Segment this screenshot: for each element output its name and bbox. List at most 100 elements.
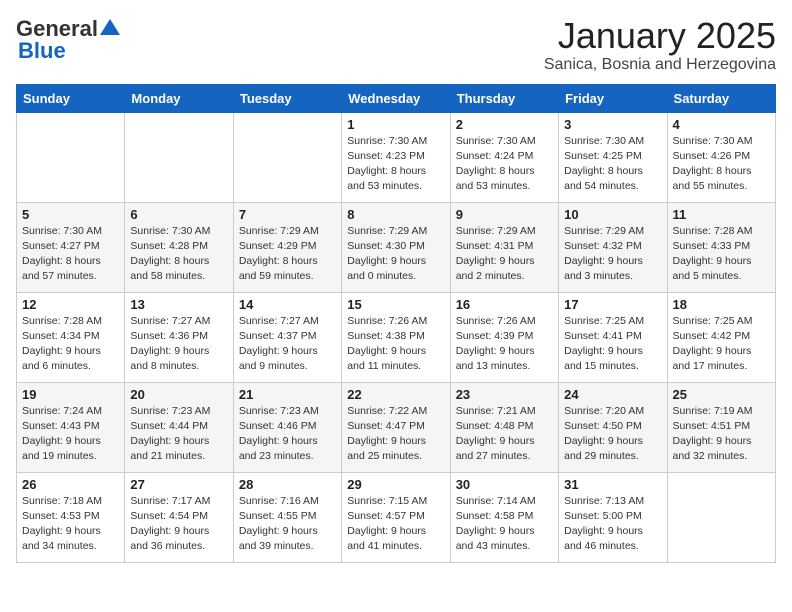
calendar-cell: 21Sunrise: 7:23 AM Sunset: 4:46 PM Dayli… bbox=[233, 382, 341, 472]
day-info: Sunrise: 7:15 AM Sunset: 4:57 PM Dayligh… bbox=[347, 494, 444, 555]
day-info: Sunrise: 7:30 AM Sunset: 4:26 PM Dayligh… bbox=[673, 134, 770, 195]
day-info: Sunrise: 7:27 AM Sunset: 4:37 PM Dayligh… bbox=[239, 314, 336, 375]
logo-icon bbox=[100, 19, 120, 35]
day-number: 14 bbox=[239, 297, 336, 312]
weekday-header-saturday: Saturday bbox=[667, 84, 775, 112]
day-number: 11 bbox=[673, 207, 770, 222]
day-info: Sunrise: 7:16 AM Sunset: 4:55 PM Dayligh… bbox=[239, 494, 336, 555]
day-number: 27 bbox=[130, 477, 227, 492]
day-info: Sunrise: 7:29 AM Sunset: 4:29 PM Dayligh… bbox=[239, 224, 336, 285]
day-number: 15 bbox=[347, 297, 444, 312]
day-info: Sunrise: 7:30 AM Sunset: 4:25 PM Dayligh… bbox=[564, 134, 661, 195]
day-number: 8 bbox=[347, 207, 444, 222]
calendar-cell: 4 Sunrise: 7:30 AM Sunset: 4:26 PM Daylig… bbox=[667, 112, 775, 202]
calendar-cell: 27 Sunrise: 7:17 AM Sunset: 4:54 PM Dayli… bbox=[125, 472, 233, 562]
calendar-cell bbox=[17, 112, 125, 202]
calendar-cell: 19 Sunrise: 7:24 AM Sunset: 4:43 PM Dayli… bbox=[17, 382, 125, 472]
calendar-cell: 6Sunrise: 7:30 AM Sunset: 4:28 PM Daylig… bbox=[125, 202, 233, 292]
day-number: 18 bbox=[673, 297, 770, 312]
calendar-cell bbox=[667, 472, 775, 562]
day-info: Sunrise: 7:29 AM Sunset: 4:32 PM Dayligh… bbox=[564, 224, 661, 285]
day-info: Sunrise: 7:14 AM Sunset: 4:58 PM Dayligh… bbox=[456, 494, 553, 555]
calendar-cell: 14 Sunrise: 7:27 AM Sunset: 4:37 PM Dayli… bbox=[233, 292, 341, 382]
calendar-cell: 12 Sunrise: 7:28 AM Sunset: 4:34 PM Dayli… bbox=[17, 292, 125, 382]
calendar-week-row: 1Sunrise: 7:30 AM Sunset: 4:23 PM Daylig… bbox=[17, 112, 776, 202]
calendar-week-row: 5 Sunrise: 7:30 AM Sunset: 4:27 PM Daylig… bbox=[17, 202, 776, 292]
day-number: 23 bbox=[456, 387, 553, 402]
day-info: Sunrise: 7:30 AM Sunset: 4:24 PM Dayligh… bbox=[456, 134, 553, 195]
calendar-week-row: 12 Sunrise: 7:28 AM Sunset: 4:34 PM Dayli… bbox=[17, 292, 776, 382]
calendar-cell: 15 Sunrise: 7:26 AM Sunset: 4:38 PM Dayli… bbox=[342, 292, 450, 382]
day-info: Sunrise: 7:24 AM Sunset: 4:43 PM Dayligh… bbox=[22, 404, 119, 465]
day-number: 9 bbox=[456, 207, 553, 222]
day-number: 29 bbox=[347, 477, 444, 492]
calendar-cell: 18Sunrise: 7:25 AM Sunset: 4:42 PM Dayli… bbox=[667, 292, 775, 382]
day-number: 22 bbox=[347, 387, 444, 402]
day-number: 2 bbox=[456, 117, 553, 132]
day-info: Sunrise: 7:19 AM Sunset: 4:51 PM Dayligh… bbox=[673, 404, 770, 465]
weekday-header-wednesday: Wednesday bbox=[342, 84, 450, 112]
day-info: Sunrise: 7:30 AM Sunset: 4:23 PM Dayligh… bbox=[347, 134, 444, 195]
calendar-cell: 8Sunrise: 7:29 AM Sunset: 4:30 PM Daylig… bbox=[342, 202, 450, 292]
calendar-cell: 17Sunrise: 7:25 AM Sunset: 4:41 PM Dayli… bbox=[559, 292, 667, 382]
calendar-cell: 5 Sunrise: 7:30 AM Sunset: 4:27 PM Daylig… bbox=[17, 202, 125, 292]
weekday-header-monday: Monday bbox=[125, 84, 233, 112]
month-title: January 2025 bbox=[544, 16, 776, 56]
day-number: 30 bbox=[456, 477, 553, 492]
calendar-cell: 26 Sunrise: 7:18 AM Sunset: 4:53 PM Dayli… bbox=[17, 472, 125, 562]
calendar-cell: 22 Sunrise: 7:22 AM Sunset: 4:47 PM Dayli… bbox=[342, 382, 450, 472]
calendar-cell bbox=[233, 112, 341, 202]
day-info: Sunrise: 7:27 AM Sunset: 4:36 PM Dayligh… bbox=[130, 314, 227, 375]
day-info: Sunrise: 7:23 AM Sunset: 4:46 PM Dayligh… bbox=[239, 404, 336, 465]
day-number: 31 bbox=[564, 477, 661, 492]
day-number: 16 bbox=[456, 297, 553, 312]
weekday-header-row: SundayMondayTuesdayWednesdayThursdayFrid… bbox=[17, 84, 776, 112]
day-info: Sunrise: 7:18 AM Sunset: 4:53 PM Dayligh… bbox=[22, 494, 119, 555]
calendar-week-row: 19 Sunrise: 7:24 AM Sunset: 4:43 PM Dayli… bbox=[17, 382, 776, 472]
calendar-cell: 28 Sunrise: 7:16 AM Sunset: 4:55 PM Dayli… bbox=[233, 472, 341, 562]
day-number: 4 bbox=[673, 117, 770, 132]
calendar-cell: 13 Sunrise: 7:27 AM Sunset: 4:36 PM Dayli… bbox=[125, 292, 233, 382]
page-header: General Blue January 2025 Sanica, Bosnia… bbox=[16, 16, 776, 74]
day-number: 13 bbox=[130, 297, 227, 312]
calendar-cell: 10 Sunrise: 7:29 AM Sunset: 4:32 PM Dayli… bbox=[559, 202, 667, 292]
location-title: Sanica, Bosnia and Herzegovina bbox=[544, 56, 776, 74]
day-number: 3 bbox=[564, 117, 661, 132]
day-info: Sunrise: 7:25 AM Sunset: 4:41 PM Dayligh… bbox=[564, 314, 661, 375]
day-info: Sunrise: 7:28 AM Sunset: 4:34 PM Dayligh… bbox=[22, 314, 119, 375]
day-number: 25 bbox=[673, 387, 770, 402]
calendar-cell: 16 Sunrise: 7:26 AM Sunset: 4:39 PM Dayli… bbox=[450, 292, 558, 382]
day-number: 7 bbox=[239, 207, 336, 222]
logo-blue-text: Blue bbox=[18, 38, 66, 64]
day-number: 6 bbox=[130, 207, 227, 222]
calendar-cell: 9Sunrise: 7:29 AM Sunset: 4:31 PM Daylig… bbox=[450, 202, 558, 292]
day-info: Sunrise: 7:22 AM Sunset: 4:47 PM Dayligh… bbox=[347, 404, 444, 465]
calendar-cell: 20Sunrise: 7:23 AM Sunset: 4:44 PM Dayli… bbox=[125, 382, 233, 472]
day-info: Sunrise: 7:28 AM Sunset: 4:33 PM Dayligh… bbox=[673, 224, 770, 285]
day-info: Sunrise: 7:21 AM Sunset: 4:48 PM Dayligh… bbox=[456, 404, 553, 465]
day-info: Sunrise: 7:20 AM Sunset: 4:50 PM Dayligh… bbox=[564, 404, 661, 465]
day-number: 12 bbox=[22, 297, 119, 312]
day-number: 5 bbox=[22, 207, 119, 222]
day-number: 10 bbox=[564, 207, 661, 222]
logo: General Blue bbox=[16, 16, 120, 64]
day-info: Sunrise: 7:30 AM Sunset: 4:27 PM Dayligh… bbox=[22, 224, 119, 285]
calendar-cell: 1Sunrise: 7:30 AM Sunset: 4:23 PM Daylig… bbox=[342, 112, 450, 202]
day-info: Sunrise: 7:26 AM Sunset: 4:39 PM Dayligh… bbox=[456, 314, 553, 375]
weekday-header-friday: Friday bbox=[559, 84, 667, 112]
day-number: 24 bbox=[564, 387, 661, 402]
calendar-cell: 31Sunrise: 7:13 AM Sunset: 5:00 PM Dayli… bbox=[559, 472, 667, 562]
day-number: 19 bbox=[22, 387, 119, 402]
day-number: 28 bbox=[239, 477, 336, 492]
calendar-cell: 23 Sunrise: 7:21 AM Sunset: 4:48 PM Dayli… bbox=[450, 382, 558, 472]
calendar-cell: 24 Sunrise: 7:20 AM Sunset: 4:50 PM Dayli… bbox=[559, 382, 667, 472]
day-info: Sunrise: 7:23 AM Sunset: 4:44 PM Dayligh… bbox=[130, 404, 227, 465]
weekday-header-tuesday: Tuesday bbox=[233, 84, 341, 112]
weekday-header-thursday: Thursday bbox=[450, 84, 558, 112]
day-info: Sunrise: 7:17 AM Sunset: 4:54 PM Dayligh… bbox=[130, 494, 227, 555]
title-block: January 2025 Sanica, Bosnia and Herzegov… bbox=[544, 16, 776, 74]
calendar-cell: 11 Sunrise: 7:28 AM Sunset: 4:33 PM Dayli… bbox=[667, 202, 775, 292]
day-number: 26 bbox=[22, 477, 119, 492]
calendar-cell: 3 Sunrise: 7:30 AM Sunset: 4:25 PM Daylig… bbox=[559, 112, 667, 202]
day-info: Sunrise: 7:26 AM Sunset: 4:38 PM Dayligh… bbox=[347, 314, 444, 375]
